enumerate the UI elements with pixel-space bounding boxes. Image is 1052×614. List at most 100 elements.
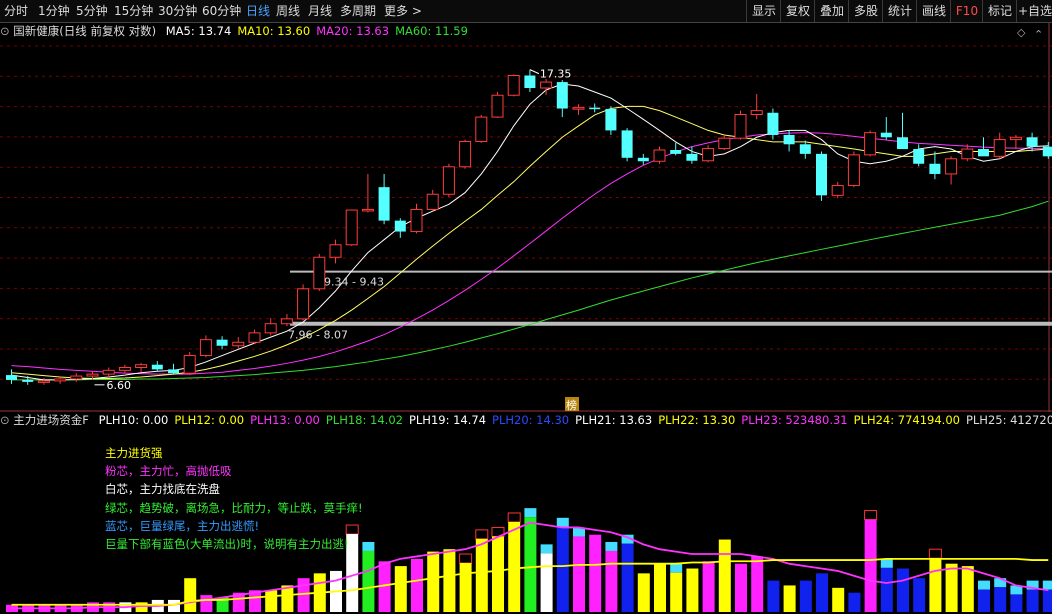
- indicator-bar-body: [767, 580, 780, 612]
- indicator-bar: [654, 563, 666, 612]
- indicator-bar: [832, 587, 845, 612]
- indicator-bar: [1042, 580, 1052, 612]
- indicator-bar: [135, 602, 148, 612]
- indicator-bar-cap: [524, 508, 537, 518]
- indicator-bar-body: [978, 589, 990, 612]
- indicator-bar: [589, 534, 602, 612]
- indicator-bar: [394, 566, 407, 612]
- indicator-bar-cap: [556, 517, 569, 527]
- indicator-bar: [621, 534, 634, 612]
- indicator-bar-body: [621, 543, 634, 612]
- indicator-bar-body: [897, 568, 909, 612]
- indicator-bar: [864, 510, 878, 612]
- indicator-bar-body: [540, 553, 553, 612]
- indicator-bar: [265, 590, 278, 612]
- indicator-bar-body: [589, 534, 602, 612]
- indicator-bar: [281, 585, 294, 612]
- legend-line-4: 蓝芯，巨量绿尾，主力出逃慌!: [105, 518, 260, 533]
- indicator-bar-body: [702, 561, 715, 612]
- indicator-bar: [767, 580, 780, 612]
- indicator-bar: [540, 544, 553, 612]
- indicator-bar: [459, 553, 473, 612]
- indicator-bar: [200, 595, 213, 612]
- indicator-bar-body: [556, 526, 569, 612]
- indicator-bar: [848, 592, 861, 612]
- indicator-bar-body: [880, 567, 893, 612]
- indicator-bar-body: [816, 573, 828, 612]
- indicator-bar-body: [475, 538, 488, 612]
- indicator-bar-body: [735, 563, 747, 612]
- legend-line-3: 绿芯，趋势破，离场急，比耐力，等止跌，莫手痒!: [105, 500, 363, 515]
- indicator-bar: [718, 539, 731, 612]
- indicator-bar-body: [637, 573, 650, 612]
- indicator-bar: [994, 578, 1007, 612]
- legend-line-1: 粉芯，主力忙，高抛低吸: [105, 464, 232, 479]
- indicator-bar-body: [394, 566, 407, 612]
- indicator-bar-cap: [880, 558, 893, 568]
- indicator-bar-body: [135, 602, 148, 612]
- indicator-bar-body: [864, 519, 877, 612]
- indicator-bar: [686, 568, 699, 612]
- indicator-bar: [362, 541, 375, 612]
- legend-line-5: 巨量下部有蓝色(大单流出)时，说明有主力出逃!: [105, 537, 349, 552]
- indicator-bar: [702, 561, 715, 612]
- indicator-bar-body: [411, 558, 423, 612]
- indicator-bar: [897, 568, 909, 612]
- indicator-bar-cap: [540, 544, 553, 554]
- indicator-bar: [1010, 585, 1023, 612]
- indicator-bar-body: [718, 539, 731, 612]
- indicator-bar: [735, 563, 747, 612]
- legend-line-2: 白芯，主力找底在洗盘: [105, 482, 220, 497]
- indicator-bar-body: [799, 580, 812, 612]
- indicator-bar: [751, 556, 764, 612]
- indicator-bar-body: [200, 595, 213, 612]
- indicator-bar-body: [670, 572, 683, 612]
- indicator-bar-body: [265, 590, 278, 612]
- indicator-bar-body: [281, 585, 294, 612]
- indicator-bar-cap: [864, 510, 878, 521]
- indicator-bar-cap: [978, 580, 990, 590]
- indicator-bar-cap: [1042, 580, 1052, 590]
- indicator-bar: [297, 578, 310, 612]
- indicator-bar-body: [573, 536, 585, 612]
- indicator-bar-body: [913, 578, 926, 612]
- indicator-bar: [961, 566, 974, 612]
- indicator-bar: [573, 527, 585, 612]
- indicator-bar-body: [459, 563, 472, 612]
- indicator-bar-body: [1026, 589, 1039, 612]
- indicator-bar-body: [994, 587, 1007, 612]
- indicator-bar-body: [443, 549, 456, 612]
- indicator-bar-body: [362, 550, 375, 612]
- indicator-bar-body: [783, 585, 796, 612]
- indicator-bar-body: [168, 599, 180, 612]
- indicator-bar-body: [654, 563, 666, 612]
- indicator-legend: 主力进货强粉芯，主力忙，高抛低吸 白芯，主力找底在洗盘绿芯，趋势破，离场急，比耐力…: [105, 444, 363, 553]
- indicator-bar-cap: [475, 529, 489, 540]
- indicator-bar-body: [297, 578, 310, 612]
- indicator-bar: [443, 549, 456, 612]
- indicator-bar-body: [832, 587, 845, 612]
- indicator-bar: [799, 580, 812, 612]
- indicator-bar-body: [184, 578, 197, 612]
- indicator-bar: [978, 580, 990, 612]
- indicator-bar-body: [848, 592, 861, 612]
- indicator-bar: [184, 578, 197, 612]
- indicator-bar: [913, 578, 926, 612]
- indicator-bar: [605, 541, 618, 612]
- indicator-bar-cap: [362, 541, 375, 551]
- indicator-bar-body: [492, 536, 504, 612]
- indicator-bar-body: [1042, 589, 1052, 612]
- indicator-bar: [168, 599, 180, 612]
- indicator-bar: [427, 551, 440, 612]
- legend-line-0: 主力进货强: [105, 446, 163, 460]
- indicator-bar-body: [929, 558, 942, 612]
- indicator-bar-body: [961, 566, 974, 612]
- indicator-bar-cap: [670, 563, 683, 573]
- indicator-bar-body: [686, 568, 699, 612]
- indicator-bar-body: [427, 551, 440, 612]
- indicator-bar: [411, 558, 423, 612]
- indicator-bar: [783, 585, 796, 612]
- indicator-bar: [945, 563, 958, 612]
- indicator-bar-body: [945, 563, 958, 612]
- indicator-bar: [816, 573, 828, 612]
